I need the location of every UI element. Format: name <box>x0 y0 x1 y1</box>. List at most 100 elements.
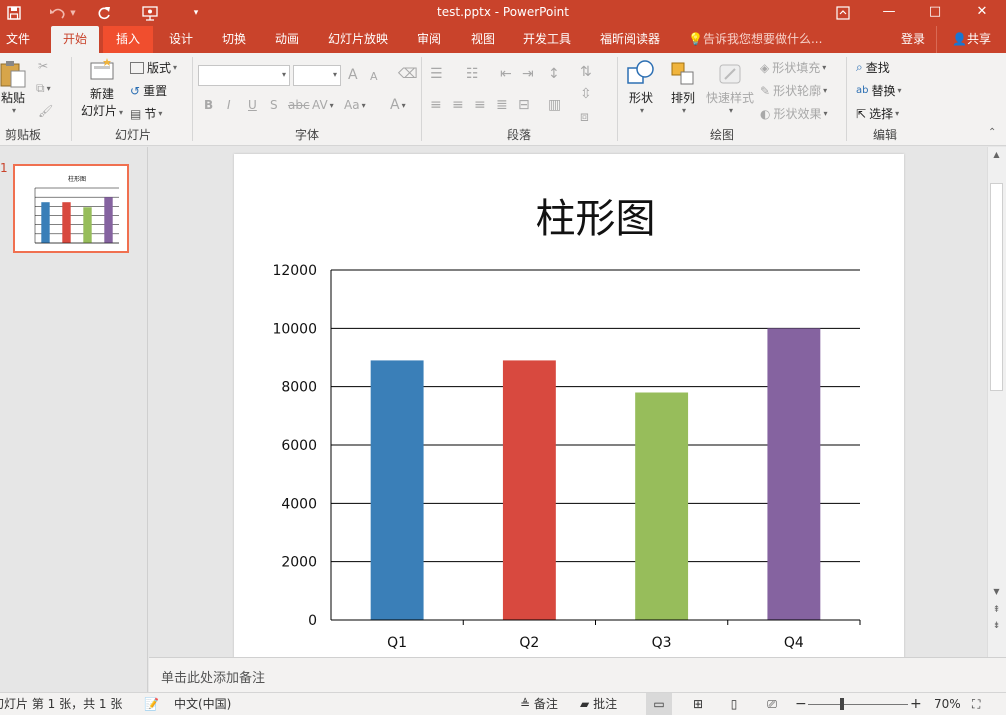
thumb-bar-q2 <box>62 202 71 243</box>
change-case-button[interactable]: Aa ▾ <box>344 98 366 112</box>
grow-font-icon[interactable]: A <box>348 67 358 83</box>
scroll-down-icon[interactable]: ▼ <box>990 587 1003 600</box>
strikethrough-button[interactable]: abc <box>288 98 310 112</box>
slide-thumbnail-1[interactable]: 柱形图 <box>13 164 129 253</box>
italic-button[interactable]: I <box>227 98 231 112</box>
smartart-icon[interactable]: ⧈ <box>580 109 589 125</box>
share-button[interactable]: 👤共享 <box>936 26 1006 53</box>
zoom-out-button[interactable]: − <box>795 693 807 715</box>
tab-insert[interactable]: 插入 <box>103 26 153 53</box>
shapes-button[interactable]: 形状 ▾ <box>622 59 660 115</box>
new-slide-button[interactable]: 新建 幻灯片 ▾ <box>78 57 126 119</box>
justify-icon[interactable]: ≣ <box>496 97 508 113</box>
align-text-icon[interactable]: ⇳ <box>580 86 592 102</box>
char-spacing-button[interactable]: AV ▾ <box>312 98 334 112</box>
columns-icon[interactable]: ▥ <box>548 97 561 113</box>
clear-format-icon[interactable]: ⌫ <box>398 66 418 82</box>
replace-button[interactable]: ab 替换 ▾ <box>856 82 902 99</box>
zoom-in-button[interactable]: + <box>910 693 922 715</box>
tab-home[interactable]: 开始 <box>51 26 99 53</box>
distribute-icon[interactable]: ⊟ <box>518 97 530 113</box>
restore-button[interactable]: □ <box>912 0 958 26</box>
font-color-button[interactable]: A ▾ <box>390 97 406 113</box>
increase-indent-icon[interactable]: ⇥ <box>522 66 534 82</box>
paste-label: 粘贴 <box>0 91 25 105</box>
section-button[interactable]: ▤ 节 ▾ <box>130 105 162 122</box>
arrange-icon <box>671 62 694 85</box>
scroll-thumb[interactable] <box>990 183 1003 391</box>
find-button[interactable]: ⌕ 查找 <box>856 59 890 76</box>
copy-icon[interactable]: ⧉ ▾ <box>36 81 51 96</box>
scroll-up-icon[interactable]: ▲ <box>990 150 1003 163</box>
zoom-slider[interactable] <box>808 693 908 715</box>
thumb-bar-q3 <box>83 207 92 243</box>
zoom-level[interactable]: 70% <box>934 693 961 715</box>
zoom-slider-thumb[interactable] <box>840 698 844 710</box>
notes-toggle[interactable]: ≜ 备注 <box>520 693 558 715</box>
tab-design[interactable]: 设计 <box>160 26 202 53</box>
fit-to-window-icon[interactable]: ⛶ <box>972 693 980 715</box>
bold-button[interactable]: B <box>204 98 213 112</box>
close-button[interactable]: ✕ <box>958 0 1006 26</box>
align-right-icon[interactable]: ≡ <box>474 97 486 113</box>
notes-pane[interactable]: 单击此处添加备注 <box>149 657 1006 692</box>
bar-q3 <box>635 392 689 620</box>
paste-button[interactable]: 粘贴 ▾ <box>0 59 30 115</box>
thumb-bar-q4 <box>104 197 113 243</box>
ribbon-display-icon[interactable] <box>820 0 866 26</box>
tab-animations[interactable]: 动画 <box>266 26 308 53</box>
minimize-button[interactable]: — <box>866 0 912 26</box>
font-size-combo[interactable]: ▾ <box>293 65 341 86</box>
select-button[interactable]: ⇱ 选择 ▾ <box>856 105 899 122</box>
normal-view-icon[interactable]: ▭ <box>646 693 672 715</box>
format-painter-icon[interactable]: 🖌 <box>38 104 53 118</box>
next-slide-icon[interactable]: ⇟ <box>990 621 1003 634</box>
align-left-icon[interactable]: ≡ <box>430 97 442 113</box>
tab-transitions[interactable]: 切换 <box>213 26 255 53</box>
tab-view[interactable]: 视图 <box>462 26 504 53</box>
shape-outline-button[interactable]: ✎ 形状轮廓 ▾ <box>760 82 827 99</box>
tab-review[interactable]: 审阅 <box>408 26 450 53</box>
tab-developer[interactable]: 开发工具 <box>516 26 578 53</box>
tell-me-box[interactable]: 💡告诉我您想要做什么... <box>688 26 838 53</box>
underline-button[interactable]: U <box>248 98 257 112</box>
shrink-font-icon[interactable]: A <box>370 70 378 83</box>
cut-icon[interactable]: ✂ <box>38 59 48 73</box>
quick-styles-button[interactable]: 快速样式 ▾ <box>703 59 757 115</box>
text-direction-icon[interactable]: ⇅ <box>580 64 592 80</box>
bar-chart[interactable]: 柱形图 0 2000 4000 6000 8000 10000 12000 Q1 Q2 Q3 Q4 <box>234 154 904 674</box>
tab-foxit[interactable]: 福昕阅读器 <box>592 26 668 53</box>
fill-bucket-icon: ◈ <box>760 60 770 75</box>
spellcheck-icon[interactable]: 📝 <box>144 693 159 715</box>
font-name-combo[interactable]: ▾ <box>198 65 290 86</box>
tab-file[interactable]: 文件 <box>0 26 36 53</box>
shape-effect-button[interactable]: ◐ 形状效果 ▾ <box>760 105 828 122</box>
drawing-group-label: 绘图 <box>709 128 734 142</box>
prev-slide-icon[interactable]: ⇞ <box>990 605 1003 618</box>
slide-sorter-icon[interactable]: ⊞ <box>688 693 708 715</box>
layout-button[interactable]: 版式 ▾ <box>130 59 177 76</box>
shadow-button[interactable]: S <box>270 98 278 112</box>
decrease-indent-icon[interactable]: ⇤ <box>500 66 512 82</box>
comments-toggle[interactable]: ▰ 批注 <box>580 693 617 715</box>
signin-link[interactable]: 登录 <box>895 26 931 53</box>
arrange-button[interactable]: 排列 ▾ <box>664 59 702 115</box>
bar-q2 <box>502 360 556 620</box>
bullets-icon[interactable]: ☰ <box>430 66 443 82</box>
paste-icon <box>0 61 26 88</box>
group-separator <box>71 57 72 141</box>
align-center-icon[interactable]: ≡ <box>452 97 464 113</box>
share-label: 共享 <box>966 32 991 46</box>
language-indicator[interactable]: 中文(中国) <box>174 693 231 715</box>
reset-button[interactable]: ↺ 重置 <box>130 82 167 99</box>
collapse-ribbon-icon[interactable]: ⌃ <box>988 127 996 138</box>
vertical-scrollbar[interactable]: ▲ ▼ ⇞ ⇟ <box>987 147 1006 657</box>
tab-slideshow[interactable]: 幻灯片放映 <box>322 26 394 53</box>
numbering-icon[interactable]: ☷ <box>466 66 479 82</box>
line-spacing-icon[interactable]: ↕ <box>548 66 560 82</box>
shape-fill-button[interactable]: ◈ 形状填充 ▾ <box>760 59 826 76</box>
slideshow-view-icon[interactable]: ⎚ <box>762 693 782 715</box>
effect-icon: ◐ <box>760 106 771 121</box>
slide-1[interactable]: 柱形图 0 2000 4000 6000 8000 10000 12000 Q1 Q2 Q3 Q4 <box>234 154 904 674</box>
reading-view-icon[interactable]: ▯ <box>724 693 744 715</box>
